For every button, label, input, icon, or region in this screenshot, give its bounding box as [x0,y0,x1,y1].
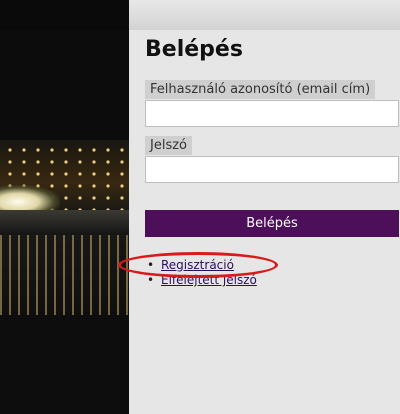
photo-shore [0,210,129,235]
login-links-list: Regisztráció Elfelejtett jelszó [145,258,257,288]
photo-lower-dark [0,315,129,414]
photo-bridge [0,185,60,213]
username-input[interactable] [145,100,399,127]
login-button[interactable]: Belépés [145,210,399,237]
password-label: Jelszó [145,136,192,155]
login-panel: Belépés Felhasználó azonosító (email cím… [129,30,400,414]
list-item-forgot: Elfelejtett jelszó [145,273,257,288]
photo-water-reflection [0,235,129,315]
password-input[interactable] [145,156,399,183]
register-link[interactable]: Regisztráció [161,258,234,272]
page-title: Belépés [145,37,243,62]
list-item-register: Regisztráció [145,258,257,273]
forgot-password-link[interactable]: Elfelejtett jelszó [161,273,257,287]
night-city-photo [0,0,129,414]
photo-sky [0,30,129,140]
username-label: Felhasználó azonosító (email cím) [145,80,376,99]
